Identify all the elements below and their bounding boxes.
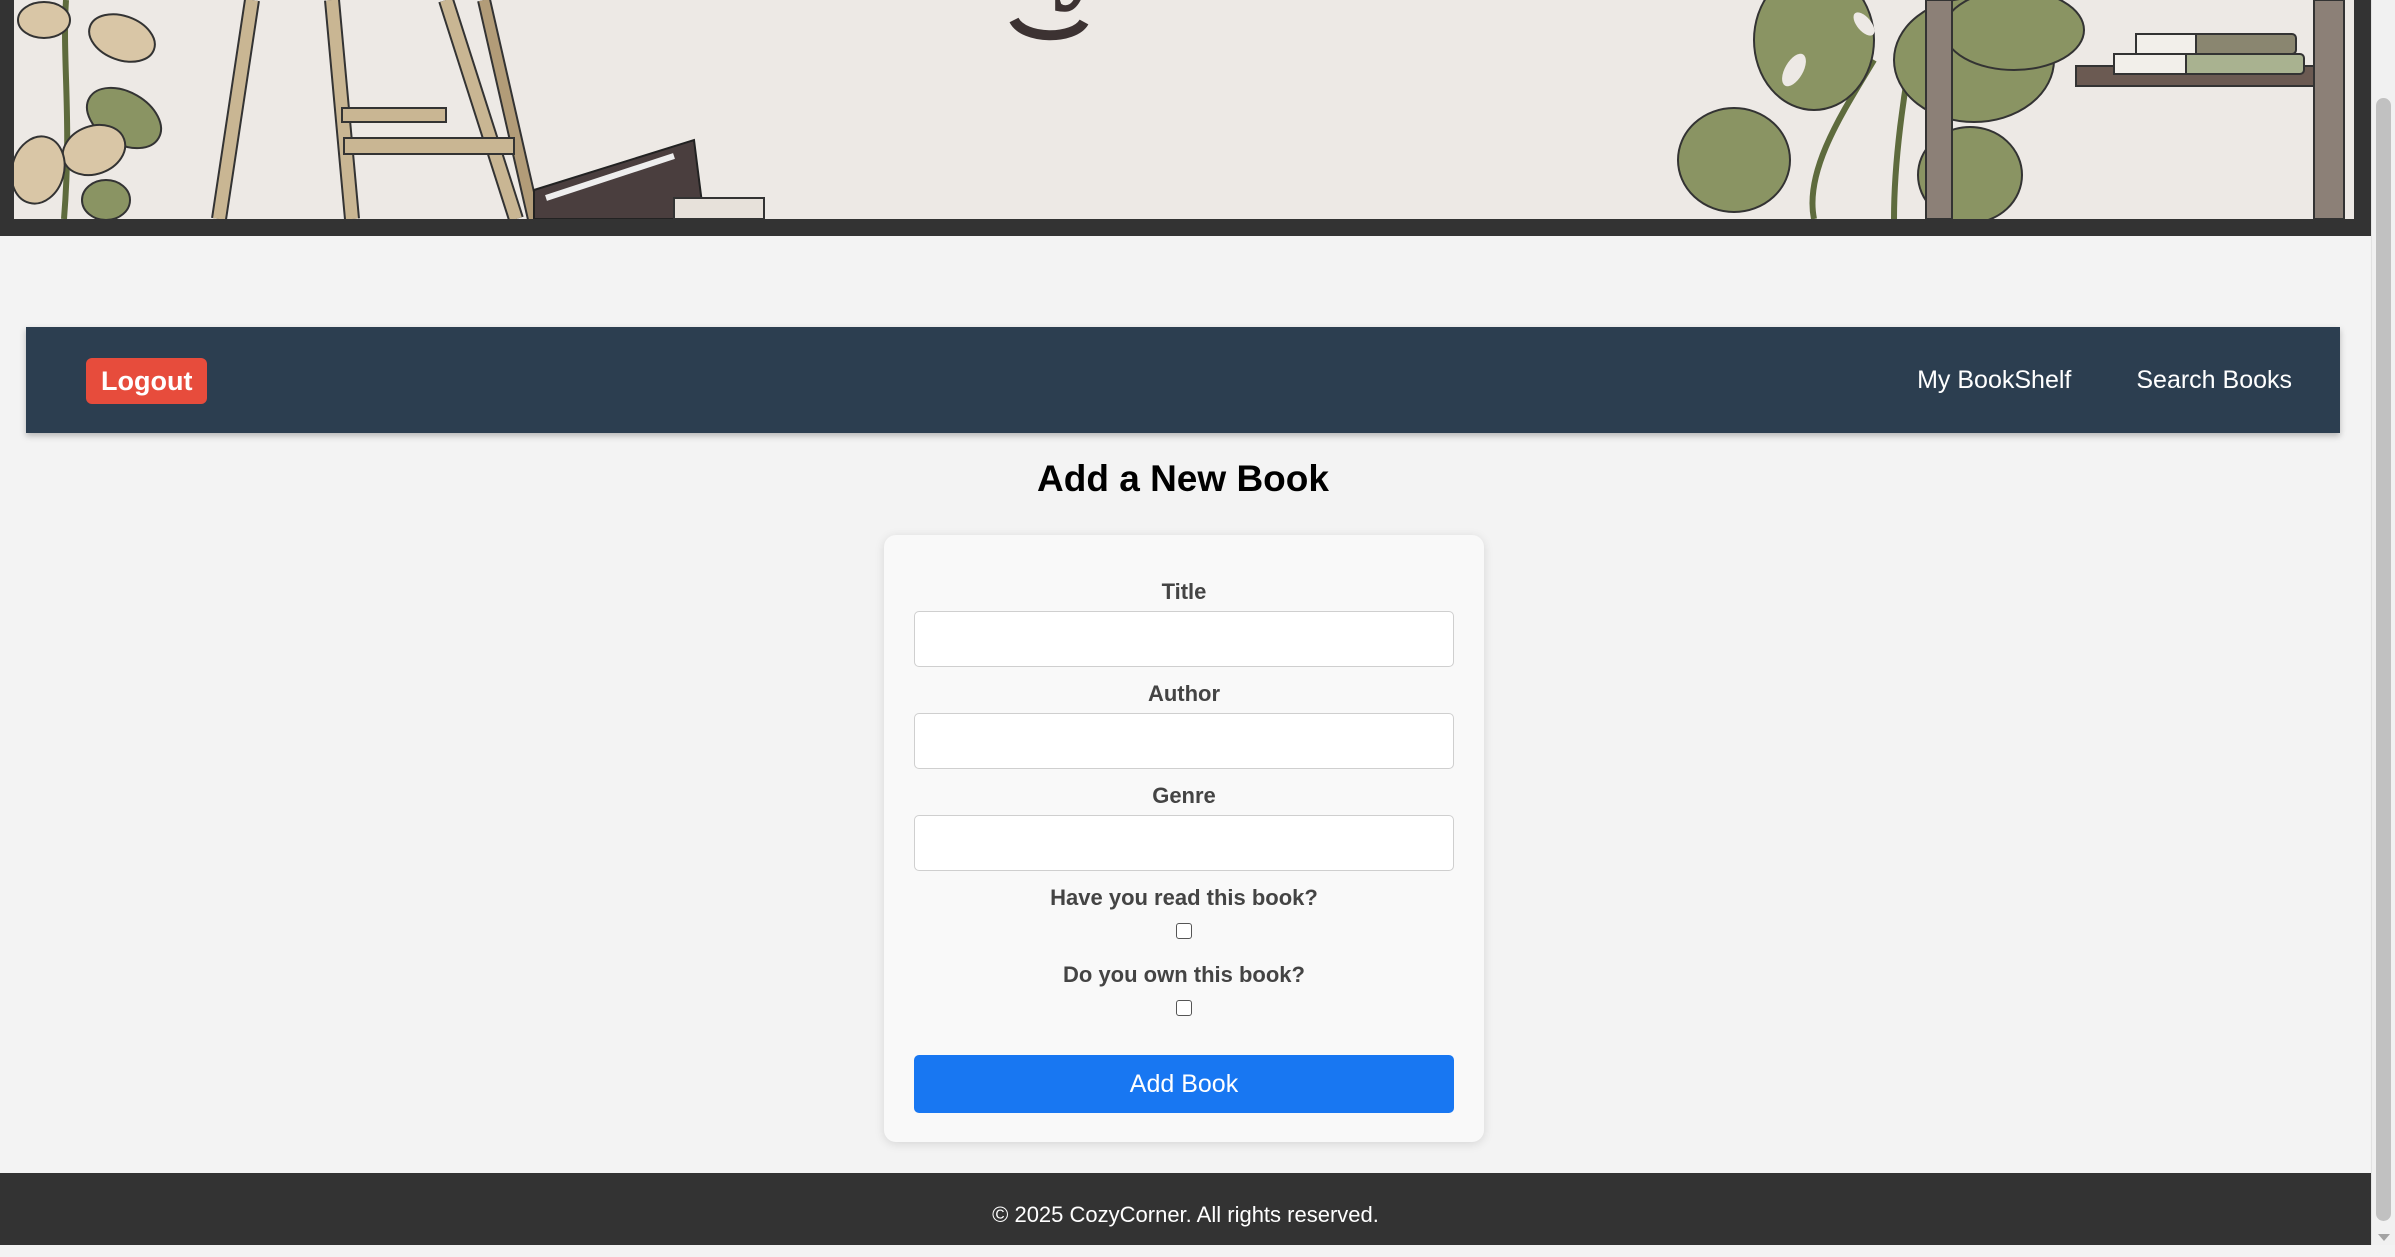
page-title: Add a New Book: [1037, 458, 1329, 499]
read-label: Have you read this book?: [1050, 885, 1318, 910]
title-label: Title: [1161, 579, 1207, 604]
genre-input[interactable]: [914, 815, 1454, 871]
logout-button[interactable]: Logout: [86, 358, 208, 404]
read-checkbox[interactable]: [1176, 923, 1192, 939]
header-banner: Cozy Corner: [0, 0, 2371, 236]
author-input[interactable]: [914, 713, 1454, 769]
svg-text:Cozy Corner: Cozy Corner: [852, 0, 1515, 12]
banner-illustration: Cozy Corner: [14, 0, 2354, 219]
footer: © 2025 CozyCorner. All rights reserved.: [0, 1173, 2371, 1245]
title-input[interactable]: [914, 611, 1454, 667]
footer-copyright: © 2025 CozyCorner. All rights reserved.: [992, 1202, 1379, 1227]
genre-label: Genre: [1152, 783, 1216, 808]
own-label: Do you own this book?: [1063, 962, 1305, 987]
nav-link-search-books[interactable]: Search Books: [2136, 366, 2292, 395]
nav-links: My BookShelf Search Books: [1917, 327, 2292, 433]
author-label: Author: [1147, 681, 1221, 706]
nav-link-my-bookshelf[interactable]: My BookShelf: [1917, 366, 2071, 395]
scrollbar-thumb[interactable]: [2376, 98, 2391, 1221]
add-book-button[interactable]: Add Book: [914, 1055, 1454, 1113]
vertical-scrollbar[interactable]: [2371, 0, 2395, 1245]
add-book-form: Title Author Genre Have you read this bo…: [884, 535, 1484, 1142]
own-checkbox[interactable]: [1176, 1000, 1192, 1016]
scroll-down-arrow-icon[interactable]: [2378, 1234, 2390, 1241]
navbar: Logout My BookShelf Search Books: [26, 327, 2340, 433]
